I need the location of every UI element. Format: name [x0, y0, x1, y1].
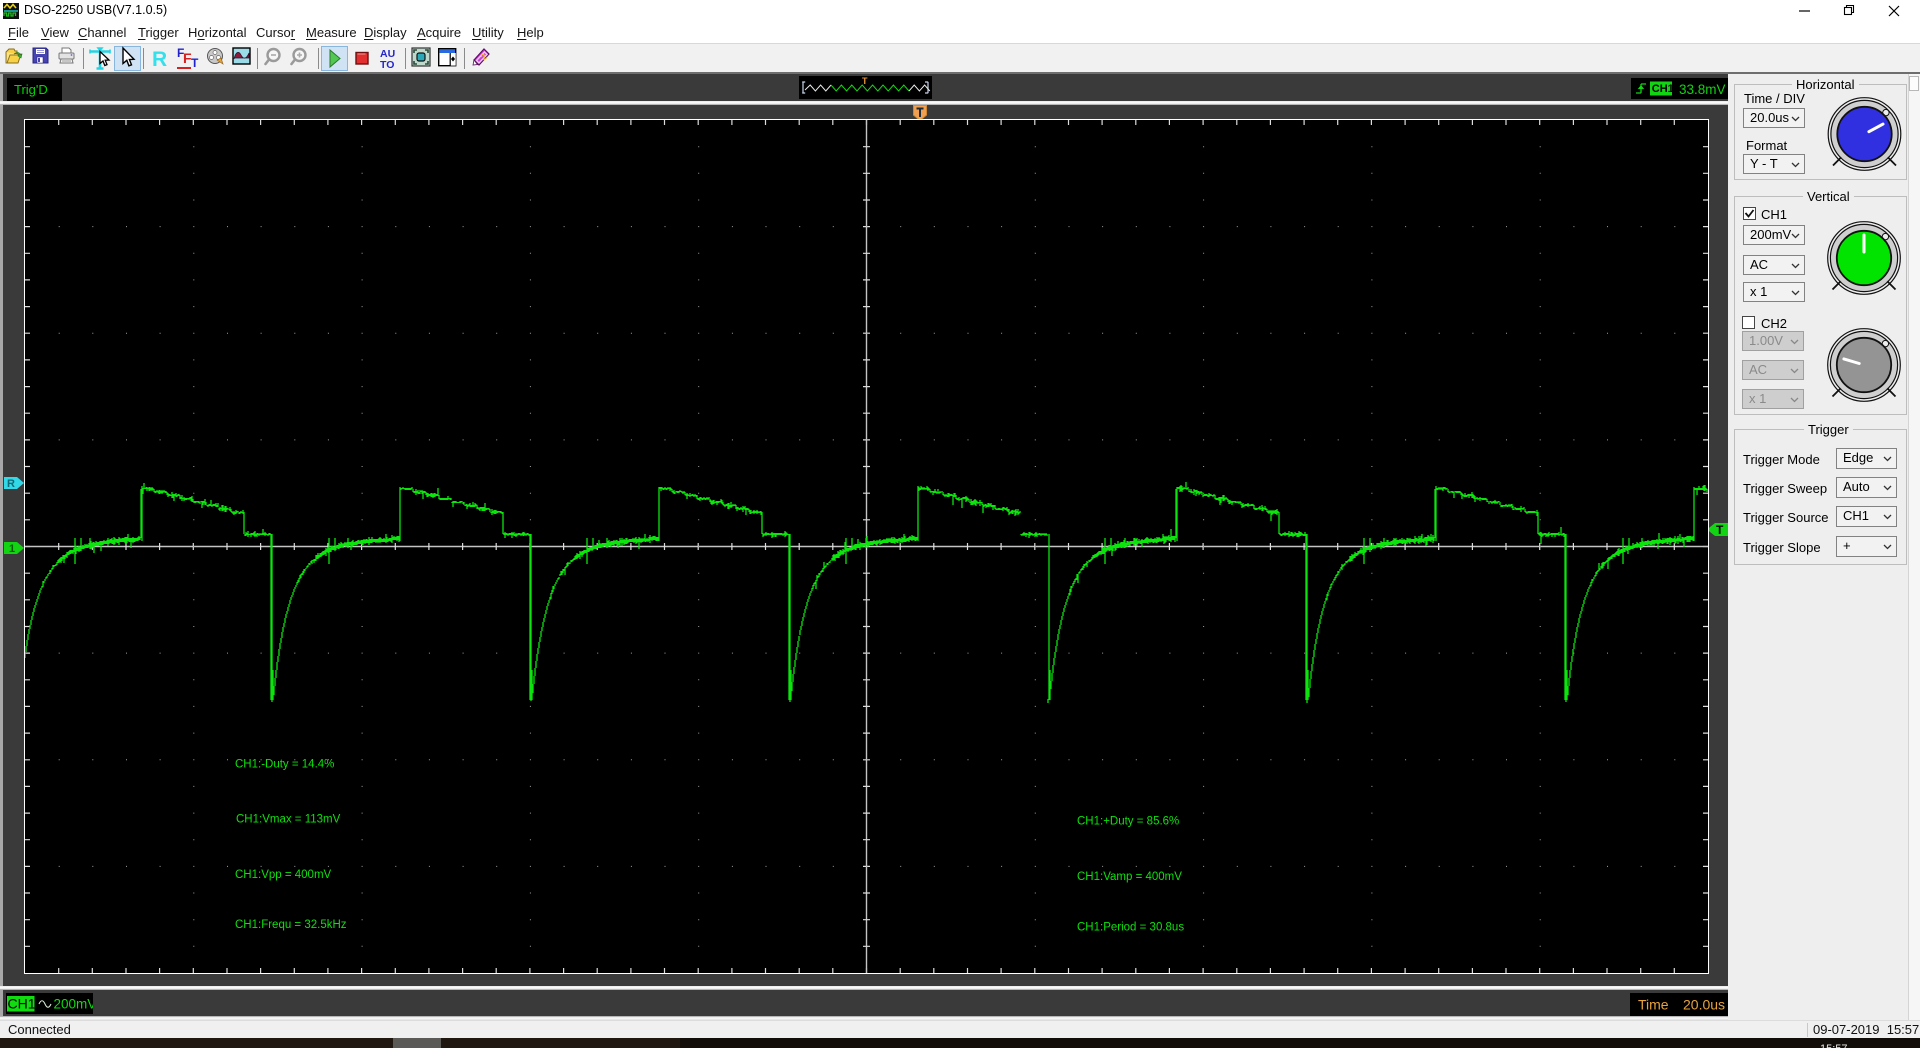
svg-text:200mV: 200mV — [54, 996, 94, 1011]
svg-text:R: R — [152, 48, 167, 71]
svg-text:CH1:Vamp = 400mV: CH1:Vamp = 400mV — [1077, 871, 1182, 883]
svg-text:CH1:-Duty = 14.4%: CH1:-Duty = 14.4% — [235, 758, 334, 770]
svg-text:CH1: CH1 — [1652, 83, 1674, 95]
svg-text:CH1:Period = 30.8us: CH1:Period = 30.8us — [1077, 921, 1184, 933]
svg-text:CH1:Frequ = 32.5kHz: CH1:Frequ = 32.5kHz — [235, 919, 347, 931]
svg-text:TO: TO — [380, 59, 394, 71]
svg-text:T: T — [862, 76, 868, 86]
svg-text:CH1:Vmax = 113mV: CH1:Vmax = 113mV — [236, 813, 341, 825]
svg-text:CH1: CH1 — [8, 995, 36, 1011]
svg-text:R: R — [7, 478, 15, 489]
svg-text:33.8mV: 33.8mV — [1679, 82, 1726, 97]
svg-text:1: 1 — [9, 543, 15, 554]
svg-text:20.0us: 20.0us — [1683, 996, 1725, 1012]
svg-text:CH1:Vpp = 400mV: CH1:Vpp = 400mV — [235, 869, 332, 881]
svg-text:T: T — [191, 56, 199, 70]
svg-text:Time: Time — [1638, 996, 1669, 1012]
svg-text:CH1:+Duty = 85.6%: CH1:+Duty = 85.6% — [1077, 815, 1179, 827]
svg-text:T: T — [1716, 523, 1724, 536]
